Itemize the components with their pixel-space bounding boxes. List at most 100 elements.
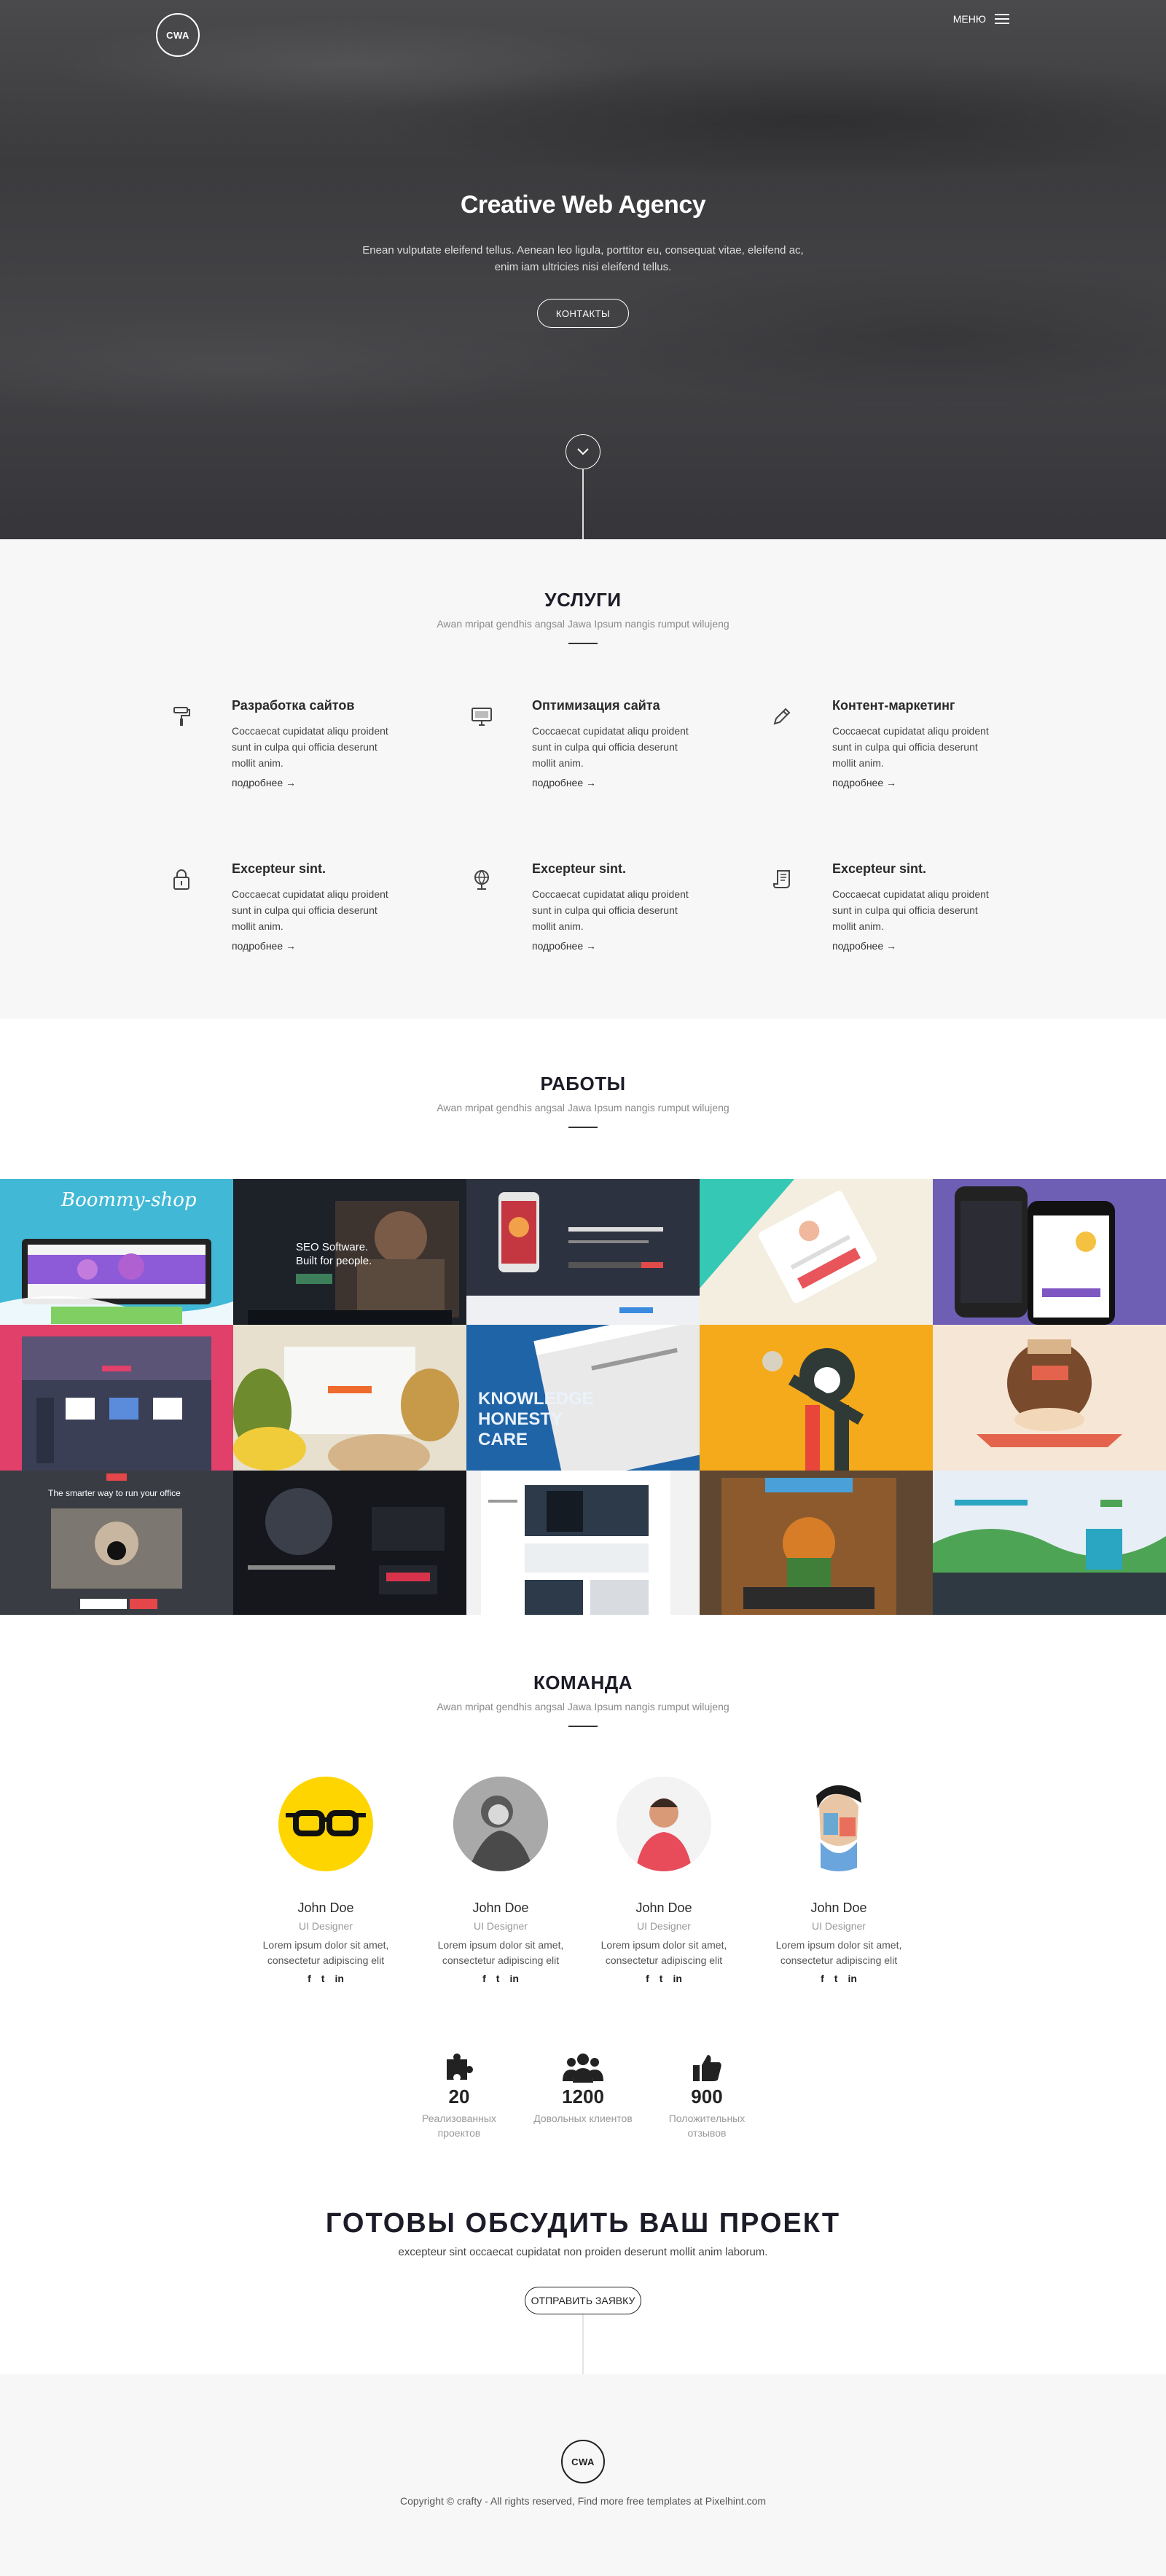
hero-title: Creative Web Agency — [460, 191, 706, 219]
portfolio-tile[interactable] — [233, 1325, 466, 1471]
twitter-icon[interactable]: t — [321, 1973, 325, 1984]
portfolio-tile[interactable]: KNOWLEDGE HONESTY CARE — [466, 1325, 700, 1471]
service-item: Контент-маркетинг Coccaecat cupidatat al… — [771, 698, 1012, 815]
portfolio-tile[interactable]: The smarter way to run your office — [0, 1471, 233, 1616]
footer: CWA Copyright © crafty - All rights rese… — [0, 2374, 1166, 2576]
team-divider — [568, 1726, 598, 1727]
social-links: f t in — [253, 1973, 399, 1984]
portfolio-tile[interactable] — [700, 1325, 933, 1471]
facebook-icon[interactable]: f — [482, 1973, 486, 1984]
twitter-icon[interactable]: t — [496, 1973, 500, 1984]
stat-label: Довольных клиентов — [533, 2113, 633, 2124]
portfolio-tile[interactable] — [466, 1179, 700, 1325]
member-role: UI Designer — [299, 1920, 353, 1932]
team-section: КОМАНДА Awan mripat gendhis angsal Jawa … — [0, 1615, 1166, 2373]
users-icon — [532, 2049, 634, 2086]
social-links: f t in — [766, 1973, 912, 1984]
footer-logo[interactable]: CWA — [561, 2440, 605, 2483]
cta-divider-line — [582, 2314, 584, 2374]
service-more-link[interactable]: подробнее → — [832, 777, 896, 788]
avatar — [791, 1777, 886, 1871]
services-section: УСЛУГИ Awan mripat gendhis angsal Jawa I… — [0, 539, 1166, 1019]
facebook-icon[interactable]: f — [821, 1973, 824, 1984]
service-item: Разработка сайтов Coccaecat cupidatat al… — [171, 698, 411, 815]
service-more-link[interactable]: подробнее → — [232, 777, 296, 788]
service-text: Coccaecat cupidatat aliqu proident sunt … — [832, 888, 989, 932]
service-more-link[interactable]: подробнее → — [232, 940, 296, 952]
service-title: Excepteur sint. — [832, 861, 927, 876]
services-divider — [568, 643, 598, 644]
hero-section: CWA МЕНЮ Creative Web Agency Enean vulpu… — [0, 0, 1166, 539]
team-member: John Doe UI Designer Lorem ipsum dolor s… — [591, 1777, 737, 1984]
stat-item: 20 Реализованных проектов — [408, 2049, 510, 2140]
thumbs-up-icon — [656, 2049, 758, 2086]
portfolio-tile[interactable] — [0, 1325, 233, 1471]
cta-subtitle: excepteur sint occaecat cupidatat non pr… — [398, 2246, 768, 2258]
member-name: John Doe — [635, 1900, 692, 1915]
stat-item: 1200 Довольных клиентов — [532, 2049, 634, 2126]
site-logo[interactable]: CWA — [156, 13, 200, 57]
menu-label: МЕНЮ — [952, 13, 986, 25]
member-text: Lorem ipsum dolor sit amet, consectetur … — [437, 1939, 564, 1966]
avatar — [617, 1777, 711, 1871]
service-text: Coccaecat cupidatat aliqu proident sunt … — [532, 888, 689, 932]
twitter-icon[interactable]: t — [660, 1973, 663, 1984]
portfolio-tile[interactable] — [933, 1325, 1166, 1471]
portfolio-tile[interactable] — [466, 1471, 700, 1616]
works-title: РАБОТЫ — [540, 1073, 626, 1095]
portfolio-tile[interactable] — [933, 1179, 1166, 1325]
cta-title: ГОТОВЫ ОБСУДИТЬ ВАШ ПРОЕКТ — [325, 2208, 841, 2239]
member-name: John Doe — [810, 1900, 867, 1915]
stat-number: 1200 — [562, 2086, 604, 2107]
menu-button[interactable]: МЕНЮ — [953, 13, 1009, 25]
stat-number: 20 — [448, 2086, 470, 2107]
facebook-icon[interactable]: f — [308, 1973, 311, 1984]
portfolio-tile[interactable] — [700, 1179, 933, 1325]
linkedin-icon[interactable]: in — [848, 1973, 856, 1984]
scroll-down-button[interactable] — [566, 434, 600, 469]
portfolio-tile[interactable] — [700, 1471, 933, 1616]
member-text: Lorem ipsum dolor sit amet, consectetur … — [600, 1939, 727, 1966]
member-text: Lorem ipsum dolor sit amet, consectetur … — [262, 1939, 389, 1966]
portfolio-tile[interactable]: Boommy-shop — [0, 1179, 233, 1325]
member-role: UI Designer — [812, 1920, 866, 1932]
service-title: Excepteur sint. — [232, 861, 326, 876]
tile-caption: KNOWLEDGE HONESTY CARE — [478, 1389, 594, 1449]
team-subtitle: Awan mripat gendhis angsal Jawa Ipsum na… — [437, 1701, 729, 1712]
works-subtitle: Awan mripat gendhis angsal Jawa Ipsum na… — [437, 1102, 729, 1113]
stat-number: 900 — [691, 2086, 723, 2107]
portfolio-tile[interactable]: SEO Software. Built for people. — [233, 1179, 466, 1325]
service-title: Excepteur sint. — [532, 861, 627, 876]
member-text: Lorem ipsum dolor sit amet, consectetur … — [775, 1939, 902, 1966]
send-request-button[interactable]: ОТПРАВИТЬ ЗАЯВКУ — [525, 2287, 641, 2314]
linkedin-icon[interactable]: in — [334, 1973, 343, 1984]
globe-icon — [471, 869, 493, 890]
works-section: РАБОТЫ Awan mripat gendhis angsal Jawa I… — [0, 1019, 1166, 1616]
services-subtitle: Awan mripat gendhis angsal Jawa Ipsum na… — [437, 618, 729, 630]
monitor-icon — [471, 705, 493, 727]
chevron-down-icon — [577, 448, 589, 455]
lock-icon — [171, 869, 192, 890]
facebook-icon[interactable]: f — [646, 1973, 649, 1984]
service-more-link[interactable]: подробнее → — [832, 940, 896, 952]
tile-caption: Boommy-shop — [61, 1189, 197, 1211]
tile-caption: SEO Software. Built for people. — [296, 1241, 372, 1267]
service-text: Coccaecat cupidatat aliqu proident sunt … — [832, 725, 989, 769]
twitter-icon[interactable]: t — [834, 1973, 838, 1984]
service-item: Excepteur sint. Coccaecat cupidatat aliq… — [171, 861, 411, 978]
document-icon — [771, 869, 793, 890]
portfolio-tile[interactable] — [933, 1471, 1166, 1616]
service-text: Coccaecat cupidatat aliqu proident sunt … — [232, 888, 388, 932]
service-more-link[interactable]: подробнее → — [532, 940, 596, 952]
portfolio-tile[interactable] — [233, 1471, 466, 1616]
contacts-button[interactable]: КОНТАКТЫ — [537, 299, 629, 328]
pencil-icon — [771, 705, 793, 727]
portfolio-grid: Boommy-shop SEO Software. Built for peop… — [0, 1179, 1166, 1616]
team-member: John Doe UI Designer Lorem ipsum dolor s… — [253, 1777, 399, 1984]
service-title: Оптимизация сайта — [532, 698, 660, 713]
member-role: UI Designer — [637, 1920, 691, 1932]
service-more-link[interactable]: подробнее → — [532, 777, 596, 788]
linkedin-icon[interactable]: in — [509, 1973, 518, 1984]
linkedin-icon[interactable]: in — [673, 1973, 681, 1984]
service-item: Excepteur sint. Coccaecat cupidatat aliq… — [471, 861, 711, 978]
